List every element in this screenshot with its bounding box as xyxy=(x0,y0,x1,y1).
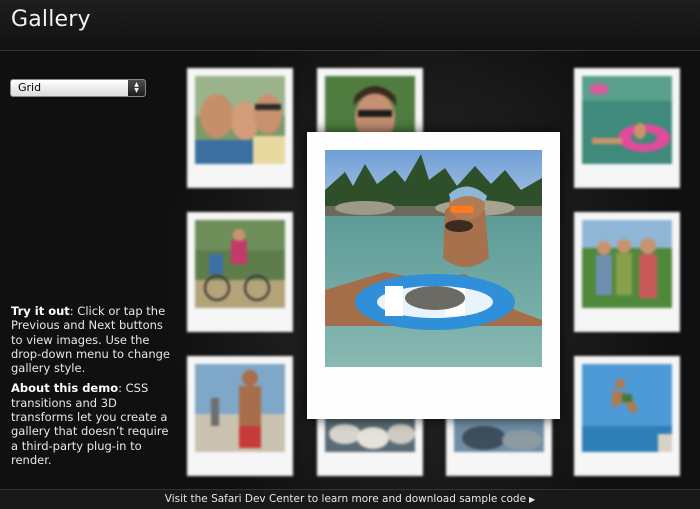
select-value: Grid xyxy=(18,81,42,94)
about-heading: About this demo xyxy=(11,381,119,396)
photo-thumb[interactable] xyxy=(574,68,680,188)
featured-photo-frame[interactable] xyxy=(307,132,560,419)
photo-thumb[interactable] xyxy=(574,356,680,476)
photo-cyclists xyxy=(195,220,285,308)
photo-thumb[interactable] xyxy=(574,212,680,332)
about-paragraph: About this demo: CSS transitions and 3D … xyxy=(11,381,171,467)
try-it-out-paragraph: Try it out: Click or tap the Previous an… xyxy=(11,304,171,375)
gallery-style-select[interactable]: Grid ▲ ▼ xyxy=(10,79,146,97)
info-panel: Try it out: Click or tap the Previous an… xyxy=(11,304,171,473)
photo-family-group xyxy=(582,220,672,308)
select-arrows-icon: ▲ ▼ xyxy=(128,80,145,96)
footer-link[interactable]: Visit the Safari Dev Center to learn mor… xyxy=(165,493,526,505)
photo-man-beach xyxy=(195,364,285,452)
header-bar: Gallery xyxy=(0,0,700,51)
photo-thumb[interactable] xyxy=(187,212,293,332)
try-heading: Try it out xyxy=(11,304,70,318)
photo-friends-selfie xyxy=(195,76,285,164)
arrow-right-icon: ▶ xyxy=(529,495,536,504)
featured-photo xyxy=(325,150,542,367)
photo-lake-tube xyxy=(582,76,672,164)
photo-jumping-swimmer xyxy=(582,364,672,452)
page-title: Gallery xyxy=(11,7,91,32)
photo-thumb[interactable] xyxy=(187,356,293,476)
photo-thumb[interactable] xyxy=(187,68,293,188)
footer-bar[interactable]: Visit the Safari Dev Center to learn mor… xyxy=(0,489,700,509)
